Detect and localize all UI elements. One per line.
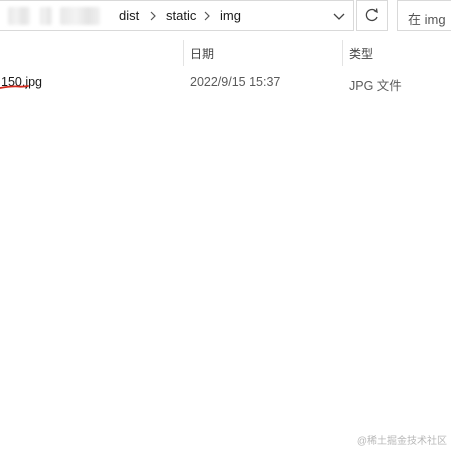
column-header-type-label: 类型 — [349, 47, 374, 61]
table-row[interactable]: 150.jpg 2022/9/15 15:37 JPG 文件 — [0, 70, 451, 94]
column-header-date[interactable]: 日期 — [184, 40, 342, 66]
redacted-path-segment — [60, 7, 100, 25]
breadcrumb-dist[interactable]: dist — [119, 8, 139, 24]
address-row: dist static img 在 img — [0, 0, 451, 32]
redacted-path-segment — [40, 7, 52, 25]
breadcrumb-img[interactable]: img — [220, 8, 241, 24]
file-type: JPG 文件 — [349, 79, 402, 93]
search-input[interactable]: 在 img — [397, 0, 451, 31]
column-header-type[interactable]: 类型 — [343, 40, 451, 66]
breadcrumb-static[interactable]: static — [166, 8, 196, 24]
refresh-icon — [365, 8, 378, 22]
watermark: @稀土掘金技术社区 — [356, 436, 447, 447]
chevron-right-icon[interactable] — [203, 9, 211, 23]
redacted-path-segment — [8, 7, 30, 25]
file-explorer-window: dist static img 在 img 日期 类型 150.jpg 2022… — [0, 0, 451, 451]
search-placeholder: 在 img — [408, 12, 446, 27]
chevron-down-icon[interactable] — [329, 6, 349, 26]
red-underline-annotation — [0, 85, 29, 89]
refresh-button[interactable] — [356, 0, 388, 31]
chevron-right-icon[interactable] — [149, 9, 157, 23]
file-date: 2022/9/15 15:37 — [190, 75, 281, 89]
column-header-date-label: 日期 — [190, 47, 215, 61]
address-bar[interactable]: dist static img — [0, 0, 354, 31]
